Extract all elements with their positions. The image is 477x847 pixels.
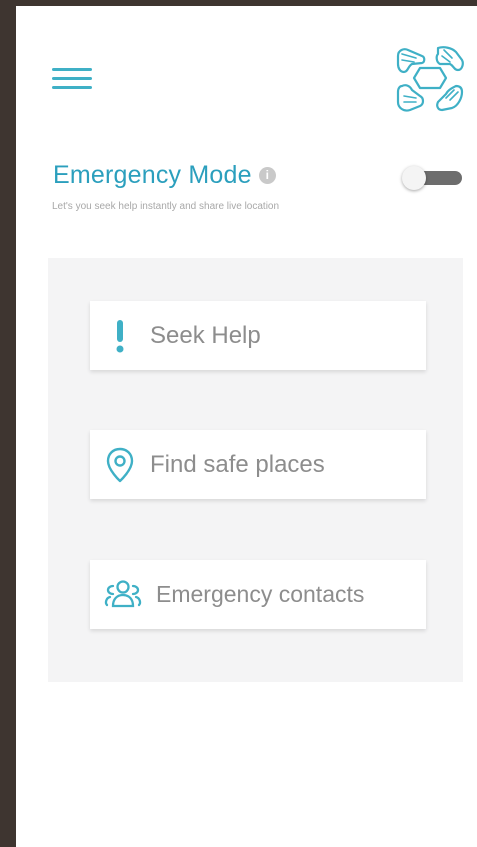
group-contacts-icon [90, 560, 156, 629]
actions-panel: Seek Help Find safe places Emergency con… [48, 258, 463, 682]
emergency-mode-description: Let's you seek help instantly and share … [52, 201, 280, 212]
app-screen: Emergency Mode i Let's you seek help ins… [16, 6, 477, 847]
find-safe-places-label: Find safe places [150, 450, 325, 478]
hamburger-menu-icon[interactable] [50, 64, 96, 94]
hands-circle-logo [396, 46, 464, 112]
seek-help-button[interactable]: Seek Help [90, 301, 426, 370]
emergency-mode-title: Emergency Mode [53, 161, 252, 189]
emergency-contacts-button[interactable]: Emergency contacts [90, 560, 426, 629]
emergency-contacts-label: Emergency contacts [156, 581, 365, 607]
info-icon[interactable]: i [258, 167, 276, 184]
exclamation-icon [90, 301, 150, 370]
find-safe-places-button[interactable]: Find safe places [90, 430, 426, 499]
toggle-knob [402, 166, 426, 190]
emergency-mode-toggle[interactable] [400, 166, 466, 190]
emergency-mode-header: Emergency Mode i [53, 161, 276, 190]
seek-help-label: Seek Help [150, 321, 261, 349]
location-pin-icon [90, 430, 150, 499]
